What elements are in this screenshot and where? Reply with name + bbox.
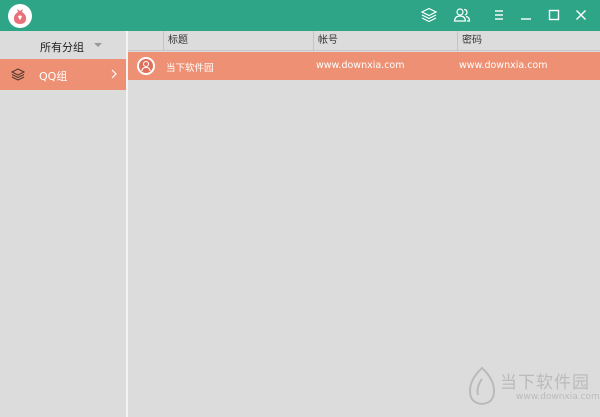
maximize-icon: [548, 9, 560, 21]
group-filter-dropdown[interactable]: 所有分组: [0, 31, 126, 59]
close-button[interactable]: [572, 6, 590, 24]
maximize-button[interactable]: [545, 6, 563, 24]
close-icon: [576, 10, 586, 20]
cell-password: www.downxia.com: [459, 60, 548, 71]
layers-icon: [420, 7, 438, 23]
minimize-button[interactable]: [517, 6, 535, 24]
users-button[interactable]: [453, 6, 471, 24]
minimize-icon: [521, 18, 531, 20]
sidebar-item-qq-group[interactable]: QQ组: [0, 59, 126, 90]
watermark-url: www.downxia.com: [516, 392, 600, 402]
column-header-password[interactable]: 密码: [457, 31, 600, 51]
watermark-text: 当下软件园: [500, 373, 590, 393]
column-header-title[interactable]: 标题: [163, 31, 313, 51]
cell-account: www.downxia.com: [316, 60, 405, 71]
table-row[interactable]: 当下软件园 www.downxia.com www.downxia.com: [128, 52, 600, 80]
users-icon: [453, 8, 471, 22]
entries-panel: 标题 帐号 密码 当下软件园 www.downxia.com www.downx…: [128, 31, 600, 417]
layers-icon: [10, 68, 26, 84]
watermark-logo-icon: [468, 366, 496, 406]
money-bag-icon: [8, 4, 32, 28]
title-bar: [0, 0, 600, 31]
column-header-account[interactable]: 帐号: [313, 31, 457, 51]
chevron-right-icon: [111, 69, 117, 82]
group-sidebar: 所有分组 QQ组: [0, 31, 126, 417]
table-header: 标题 帐号 密码: [128, 31, 600, 51]
group-filter-label: 所有分组: [40, 41, 84, 54]
watermark: 当下软件园 www.downxia.com: [466, 365, 600, 410]
layers-button[interactable]: [420, 6, 438, 24]
sidebar-item-label: QQ组: [39, 70, 68, 83]
user-avatar-icon: [137, 57, 155, 75]
caret-down-icon: [94, 43, 102, 47]
hamburger-icon: [495, 10, 503, 20]
menu-button[interactable]: [490, 6, 508, 24]
cell-title: 当下软件园: [166, 63, 214, 74]
